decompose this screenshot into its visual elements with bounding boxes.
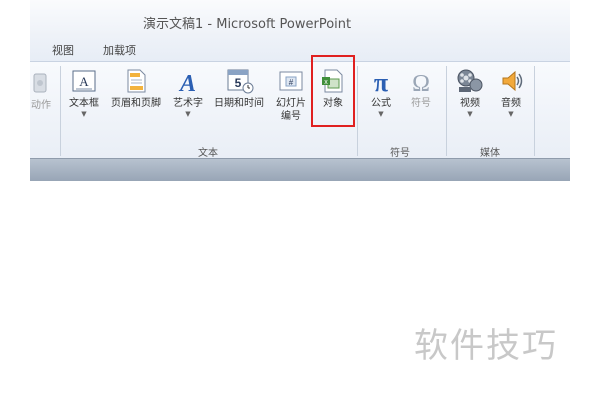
dropdown-arrow-icon: ▼ — [508, 110, 514, 118]
video-icon — [457, 69, 483, 92]
symbol-icon: Ω — [412, 71, 430, 94]
symbol-button[interactable]: Ω 符号 — [403, 68, 439, 110]
date-time-label: 日期和时间 — [214, 98, 264, 109]
audio-label: 音频 — [501, 98, 521, 109]
group-separator — [534, 66, 535, 156]
header-footer-icon — [127, 69, 146, 93]
action-icon — [33, 73, 47, 93]
action-button[interactable]: 动作 — [30, 70, 52, 112]
svg-text:5: 5 — [235, 76, 242, 90]
equation-icon: π — [374, 68, 388, 94]
slide-number-label: 幻灯片 — [276, 98, 306, 109]
text-box-button[interactable]: A 文本框 ▼ — [64, 68, 104, 119]
object-highlight-box — [311, 55, 355, 127]
header-footer-label: 页眉和页脚 — [111, 98, 161, 109]
audio-button[interactable]: 音频 ▼ — [493, 68, 529, 119]
title-bar: 演示文稿1 - Microsoft PowerPoint — [30, 0, 570, 36]
audio-icon — [502, 70, 523, 92]
slide-number-button[interactable]: # 幻灯片 编号 — [272, 68, 310, 123]
symbol-label: 符号 — [411, 98, 431, 109]
group-separator — [60, 66, 61, 156]
svg-text:#: # — [289, 78, 294, 87]
dropdown-arrow-icon: ▼ — [378, 110, 384, 118]
video-button[interactable]: 视频 ▼ — [452, 68, 488, 119]
window-title: 演示文稿1 - Microsoft PowerPoint — [143, 17, 352, 32]
tab-view[interactable]: 视图 — [52, 42, 74, 58]
dropdown-arrow-icon: ▼ — [185, 110, 191, 118]
header-footer-button[interactable]: 页眉和页脚 — [106, 68, 166, 110]
date-time-icon: 5 — [227, 69, 254, 94]
slide-number-label-line2: 编号 — [281, 111, 301, 122]
wordart-label: 艺术字 — [173, 98, 203, 109]
wordart-icon: A — [178, 71, 196, 94]
group-label-text: 文本 — [198, 148, 218, 159]
ribbon-tab-bar: 视图 加载项 — [30, 36, 570, 62]
wordart-button[interactable]: A 艺术字 ▼ — [168, 68, 208, 119]
tab-addins[interactable]: 加载项 — [103, 42, 136, 58]
text-box-label: 文本框 — [69, 98, 99, 109]
dropdown-arrow-icon: ▼ — [81, 110, 87, 118]
date-time-button[interactable]: 5 日期和时间 — [208, 68, 270, 110]
group-label-symbols: 符号 — [390, 148, 410, 159]
equation-button[interactable]: π 公式 ▼ — [363, 68, 399, 119]
slide-number-icon: # — [279, 71, 303, 91]
dropdown-arrow-icon: ▼ — [467, 110, 473, 118]
svg-text:Ω: Ω — [412, 71, 430, 94]
group-label-media: 媒体 — [480, 148, 500, 159]
text-box-icon: A — [72, 70, 96, 92]
group-separator — [357, 66, 358, 156]
svg-text:A: A — [79, 74, 89, 89]
svg-text:A: A — [178, 71, 196, 94]
watermark-text: 软件技巧 — [414, 326, 558, 366]
action-button-label: 动作 — [31, 100, 51, 111]
svg-text:π: π — [374, 68, 388, 94]
group-separator — [446, 66, 447, 156]
equation-label: 公式 — [371, 98, 391, 109]
video-label: 视频 — [460, 98, 480, 109]
ribbon-bottom-bar — [30, 158, 570, 181]
